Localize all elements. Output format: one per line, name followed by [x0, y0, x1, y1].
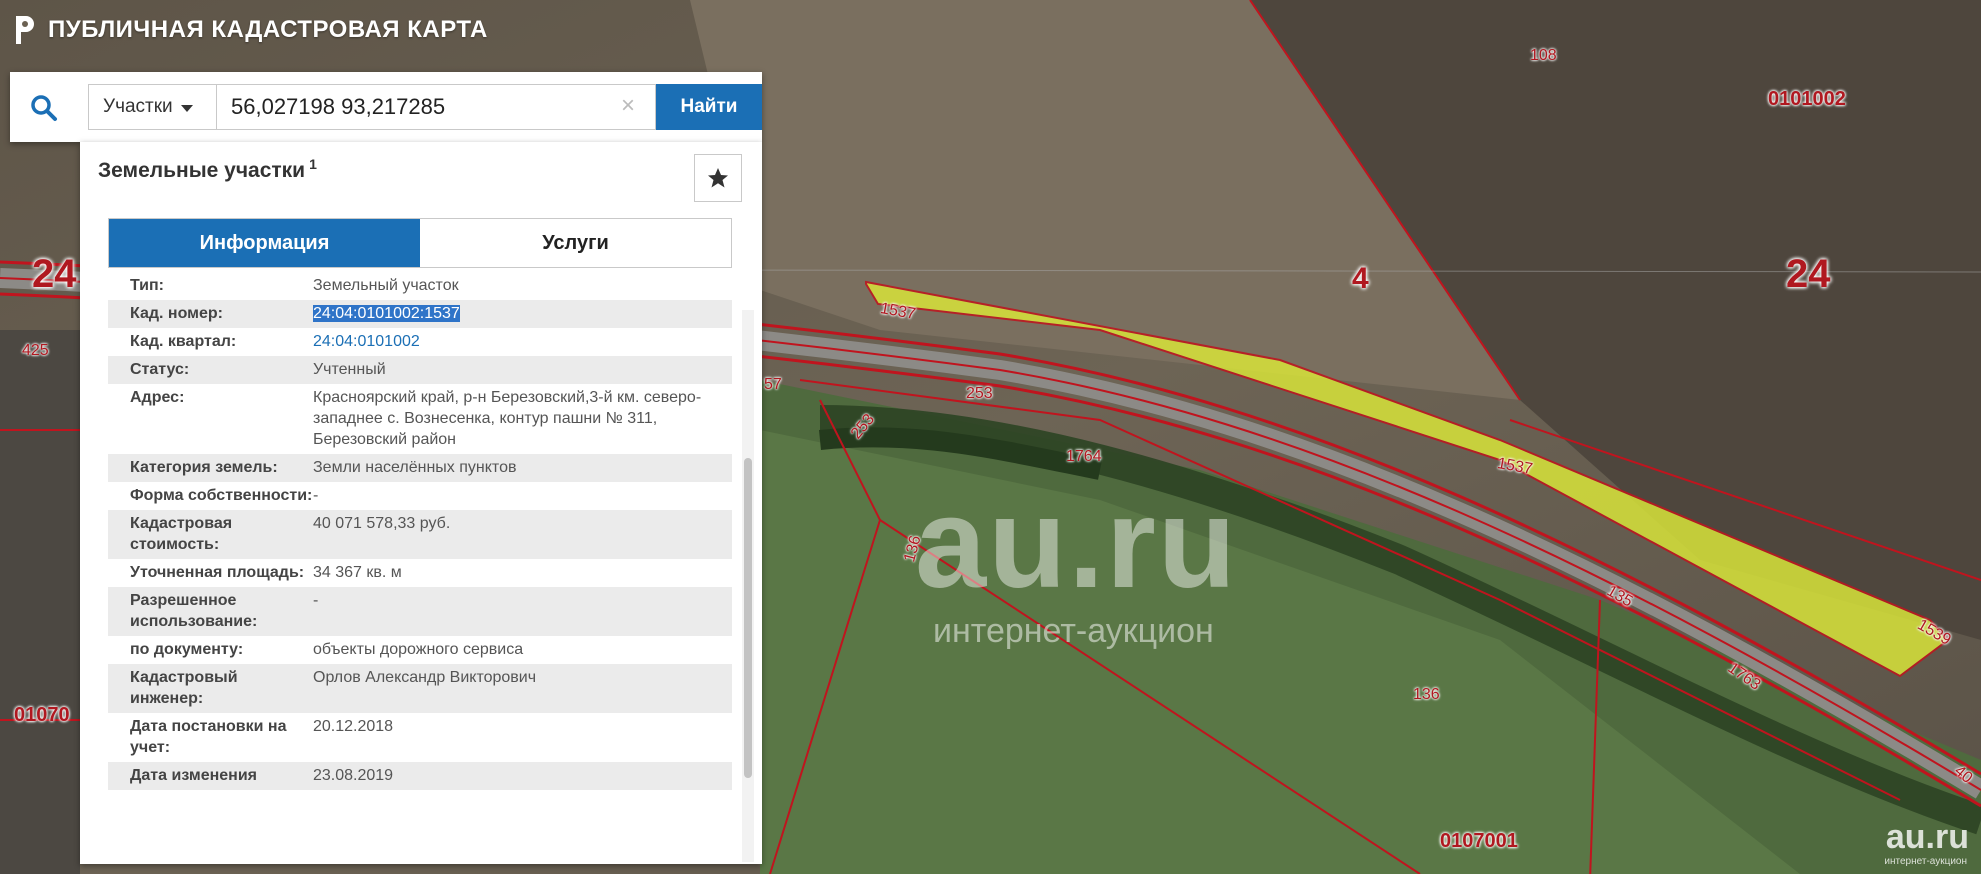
- search-toggle-button[interactable]: [24, 88, 64, 128]
- attribute-row: Дата постановки на учет: 20.12.2018: [108, 713, 732, 762]
- cadastral-number-link[interactable]: 24:04:0101002:1537: [313, 303, 732, 324]
- search-bar: Участки × Найти: [10, 72, 762, 142]
- plot-label: 108: [1530, 47, 1557, 64]
- panel-title: Земельные участки 1: [98, 156, 317, 183]
- cadastral-quarter-link[interactable]: 24:04:0101002: [313, 331, 732, 352]
- district-label: 24: [32, 252, 77, 296]
- attribute-row: Кадастровая стоимость: 40 071 578,33 руб…: [108, 510, 732, 559]
- quarter-label: 01070: [14, 704, 70, 726]
- attribute-value: Земельный участок: [313, 277, 459, 294]
- district-label: 24: [1786, 252, 1831, 296]
- attribute-value: Красноярский край, р-н Березовский,3-й к…: [313, 389, 702, 448]
- watermark-corner: au.ru: [1885, 818, 1969, 856]
- panel-tabs: Информация Услуги: [108, 218, 732, 268]
- attribute-value: Земли населённых пунктов: [313, 459, 517, 476]
- quarter-label: 0101002: [1768, 88, 1846, 110]
- attribute-row: Статус: Учтенный: [108, 356, 732, 384]
- attribute-value: -: [313, 592, 319, 609]
- attribute-value: -: [313, 487, 319, 504]
- attribute-label: Уточненная площадь:: [130, 564, 305, 581]
- tab-services[interactable]: Услуги: [420, 219, 731, 267]
- app-title: ПУБЛИЧНАЯ КАДАСТРОВАЯ КАРТА: [48, 16, 488, 43]
- search-input[interactable]: [216, 84, 656, 130]
- attribute-value: Учтенный: [313, 361, 386, 378]
- watermark-logo: au.ru: [915, 472, 1238, 615]
- attribute-label: Разрешенное использование:: [130, 592, 258, 630]
- star-icon: [708, 168, 728, 188]
- attribute-label: Форма собственности:: [130, 487, 313, 504]
- attribute-value: 34 367 кв. м: [313, 564, 402, 581]
- attribute-row: по документу: объекты дорожного сервиса: [108, 636, 732, 664]
- attribute-value: 23.08.2019: [313, 767, 394, 784]
- attribute-row: Кадастровый инженер: Орлов Александр Вик…: [108, 664, 732, 713]
- attribute-row: Кад. квартал: 24:04:0101002: [108, 328, 732, 356]
- result-count: 1: [309, 156, 317, 172]
- rosreestr-logo-icon: [16, 16, 34, 44]
- attribute-label: по документу:: [130, 641, 244, 658]
- attribute-value: объекты дорожного сервиса: [313, 641, 524, 658]
- attribute-label: Тип:: [130, 277, 164, 294]
- attribute-value: 20.12.2018: [313, 718, 394, 735]
- attribute-row: Тип: Земельный участок: [108, 272, 732, 300]
- attribute-label: Дата постановки на учет:: [130, 718, 287, 756]
- watermark-corner-subtitle: интернет-аукцион: [1884, 856, 1967, 867]
- attribute-label: Дата изменения: [130, 767, 257, 784]
- attribute-row: Уточненная площадь: 34 367 кв. м: [108, 559, 732, 587]
- plot-label: 57: [764, 376, 782, 393]
- chevron-down-icon: [180, 104, 193, 112]
- attribute-row: Форма собственности: -: [108, 482, 732, 510]
- app-header: ПУБЛИЧНАЯ КАДАСТРОВАЯ КАРТА: [12, 14, 488, 46]
- clear-icon[interactable]: ×: [616, 94, 640, 118]
- layer-select-value: Участки: [103, 96, 173, 117]
- attribute-row: Кад. номер: 24:04:0101002:1537: [108, 300, 732, 328]
- scrollbar-thumb[interactable]: [744, 458, 752, 778]
- attribute-label: Кад. номер:: [130, 305, 223, 322]
- attribute-row: Адрес: Красноярский край, р-н Березовски…: [108, 384, 732, 454]
- plot-label: 253: [966, 385, 993, 402]
- plot-label: 136: [1413, 686, 1440, 703]
- info-panel: Земельные участки 1 Информация Услуги Тип…: [80, 142, 762, 864]
- favorite-button[interactable]: [694, 154, 742, 202]
- cadastral-number-selected: 24:04:0101002:1537: [313, 305, 460, 322]
- attribute-value: 40 071 578,33 руб.: [313, 515, 451, 532]
- attribute-value: Орлов Александр Викторович: [313, 669, 537, 686]
- attribute-label: Кадастровая стоимость:: [130, 515, 233, 553]
- watermark-subtitle: интернет-аукцион: [933, 612, 1214, 650]
- district-label: 4: [1352, 262, 1369, 295]
- search-icon: [31, 95, 57, 121]
- attribute-label: Кадастровый инженер:: [130, 669, 238, 707]
- attribute-row: Категория земель: Земли населённых пункт…: [108, 454, 732, 482]
- attribute-list: Тип: Земельный участок Кад. номер: 24:04…: [108, 272, 732, 790]
- attribute-label: Адрес:: [130, 389, 185, 406]
- tab-information[interactable]: Информация: [109, 219, 420, 267]
- layer-select[interactable]: Участки: [88, 84, 216, 130]
- attribute-label: Статус:: [130, 361, 190, 378]
- attribute-label: Категория земель:: [130, 459, 278, 476]
- attribute-row: Дата изменения 23.08.2019: [108, 762, 732, 790]
- find-button[interactable]: Найти: [656, 84, 762, 130]
- plot-label: 425: [22, 342, 49, 359]
- plot-label: 1764: [1066, 448, 1102, 465]
- quarter-label: 0107001: [1440, 830, 1518, 852]
- panel-title-text: Земельные участки: [98, 159, 306, 182]
- attribute-row: Разрешенное использование: -: [108, 587, 732, 636]
- attribute-label: Кад. квартал:: [130, 333, 237, 350]
- panel-scrollbar[interactable]: [742, 310, 754, 862]
